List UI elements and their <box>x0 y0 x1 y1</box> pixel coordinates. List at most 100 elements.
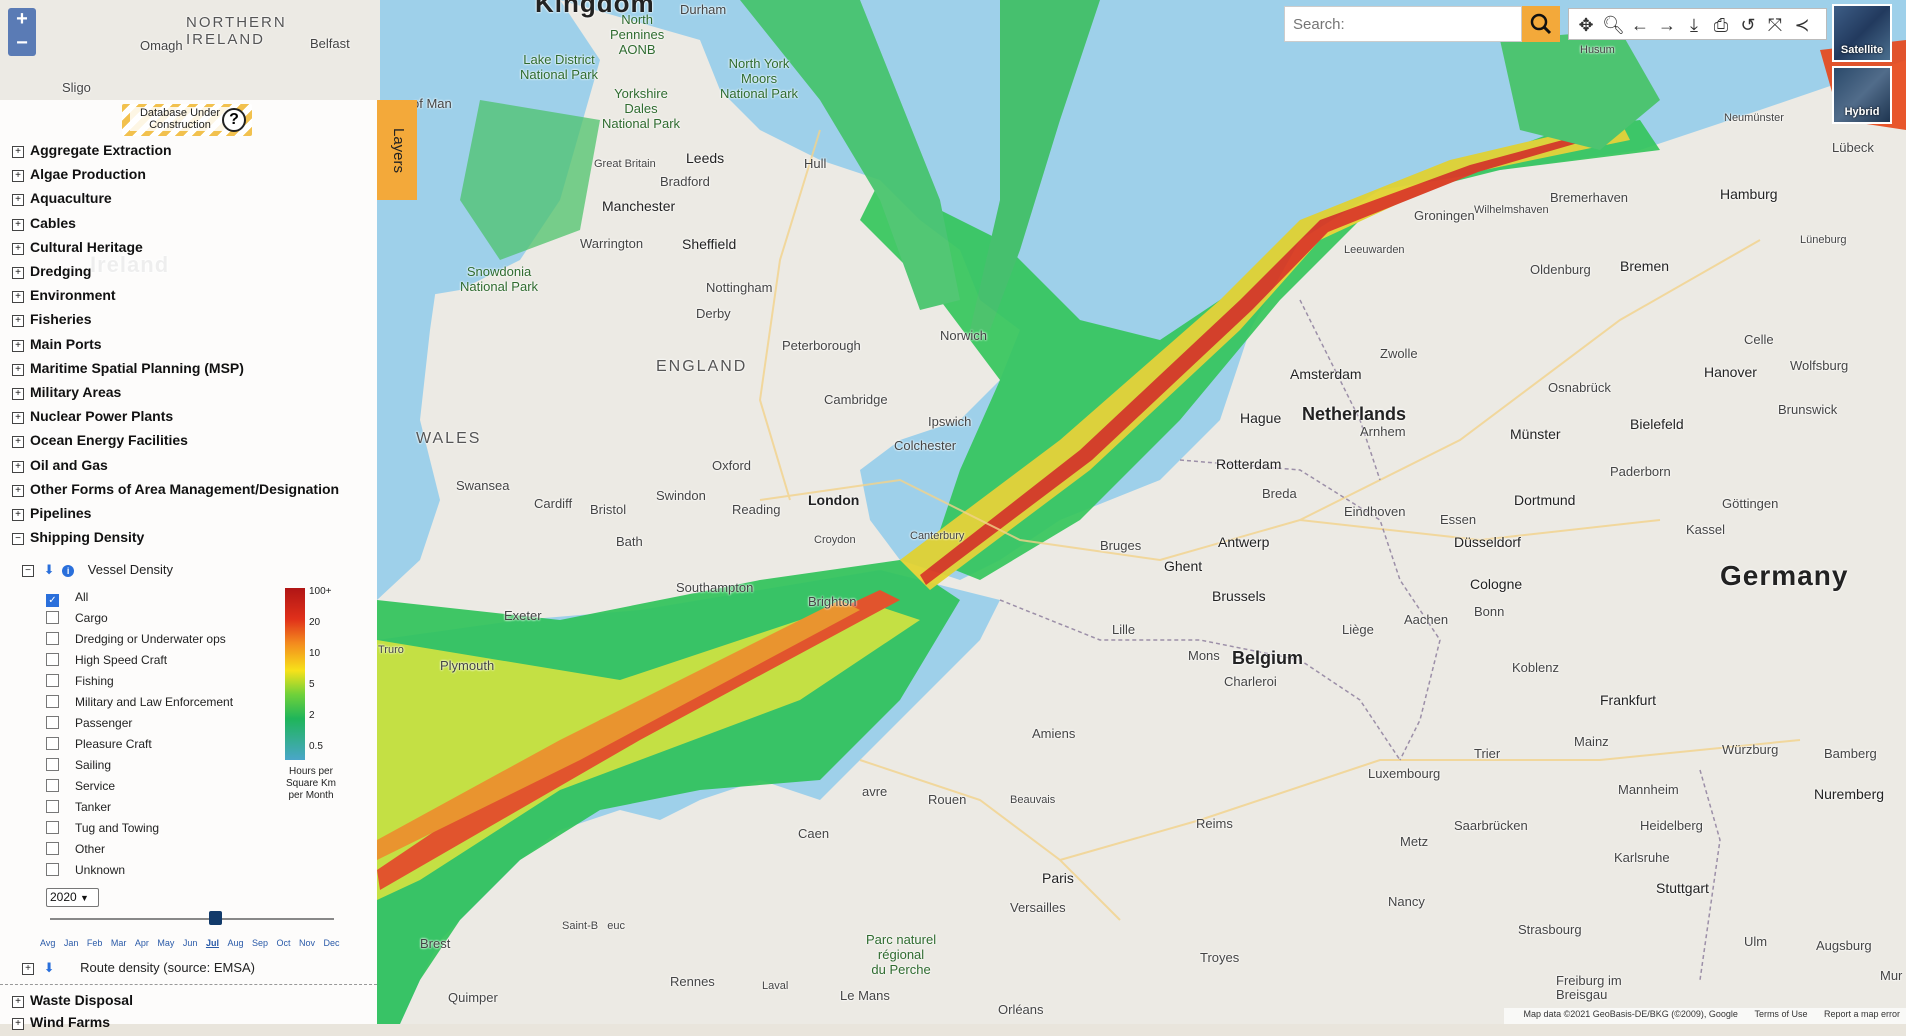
route-density-toggle[interactable]: + <box>22 963 34 975</box>
satellite-basemap-button[interactable]: Satellite <box>1832 4 1892 62</box>
vessel-type-option[interactable]: Sailing <box>46 758 111 772</box>
expand-toggle-icon[interactable]: + <box>12 315 24 328</box>
month-label[interactable]: Sep <box>252 938 268 948</box>
expand-toggle-icon[interactable]: + <box>12 996 24 1008</box>
layer-category-row[interactable]: + Main Ports <box>12 336 102 358</box>
layer-category-row[interactable]: + Ocean Energy Facilities <box>12 432 188 454</box>
layer-category-row[interactable]: + Other Forms of Area Management/Designat… <box>12 481 339 503</box>
month-label[interactable]: Jan <box>64 938 79 948</box>
layer-category-row[interactable]: + Oil and Gas <box>12 457 108 479</box>
forward-icon[interactable]: → <box>1656 14 1678 36</box>
expand-toggle-icon[interactable]: + <box>12 267 24 279</box>
expand-toggle-icon[interactable]: + <box>12 1018 24 1030</box>
layer-category-row[interactable]: + Nuclear Power Plants <box>12 408 173 430</box>
expand-toggle-icon[interactable]: + <box>12 460 24 473</box>
expand-toggle-icon[interactable]: + <box>12 339 24 352</box>
search-button[interactable] <box>1522 6 1560 42</box>
month-label[interactable]: Oct <box>276 938 290 948</box>
month-slider-handle[interactable] <box>209 911 222 925</box>
layer-category-row[interactable]: + Dredging <box>12 263 91 285</box>
help-icon[interactable]: ? <box>222 108 246 132</box>
vessel-type-checkbox[interactable] <box>46 653 59 666</box>
download-icon[interactable]: ⤓ <box>1683 14 1705 36</box>
month-label[interactable]: Feb <box>87 938 103 948</box>
month-label[interactable]: Aug <box>227 938 243 948</box>
vessel-type-option[interactable]: Service <box>46 779 115 793</box>
expand-toggle-icon[interactable]: + <box>12 412 24 425</box>
expand-toggle-icon[interactable]: + <box>12 218 24 231</box>
month-slider-track[interactable] <box>50 918 334 920</box>
month-label[interactable]: Jun <box>183 938 198 948</box>
vessel-type-checkbox[interactable] <box>46 611 59 624</box>
vessel-type-checkbox[interactable] <box>46 632 59 645</box>
month-label[interactable]: May <box>157 938 174 948</box>
layer-category-row[interactable]: − Shipping Density <box>12 529 144 551</box>
zoom-in-button[interactable]: + <box>8 8 36 32</box>
zoom-out-button[interactable]: − <box>8 32 36 56</box>
vessel-type-option[interactable]: High Speed Craft <box>46 653 167 667</box>
expand-toggle-icon[interactable]: + <box>12 170 24 183</box>
vessel-type-checkbox[interactable] <box>46 674 59 687</box>
layer-category-row[interactable]: + Environment <box>12 287 116 309</box>
month-label[interactable]: Jul <box>206 938 219 948</box>
layer-category-row[interactable]: + Maritime Spatial Planning (MSP) <box>12 360 244 382</box>
expand-toggle-icon[interactable]: + <box>12 363 24 376</box>
vessel-type-checkbox[interactable] <box>46 737 59 750</box>
vessel-type-option[interactable]: Cargo <box>46 611 108 625</box>
fullscreen-icon[interactable]: ⤧ <box>1764 14 1786 36</box>
layer-category-row[interactable]: + Cables <box>12 215 76 237</box>
expand-toggle-icon[interactable]: + <box>12 146 24 158</box>
vessel-type-option[interactable]: Military and Law Enforcement <box>46 695 233 709</box>
vessel-type-checkbox[interactable] <box>46 716 59 729</box>
expand-toggle-icon[interactable]: + <box>12 509 24 521</box>
layer-category-row[interactable]: + Aquaculture <box>12 190 112 212</box>
vessel-type-checkbox[interactable] <box>46 821 59 834</box>
vessel-type-checkbox[interactable] <box>46 758 59 771</box>
vessel-type-checkbox[interactable] <box>46 695 59 708</box>
month-label[interactable]: Dec <box>324 938 340 948</box>
vessel-type-option[interactable]: Dredging or Underwater ops <box>46 632 226 646</box>
expand-toggle-icon[interactable]: + <box>12 291 24 304</box>
download-icon[interactable]: ⬇ <box>44 960 55 975</box>
vessel-density-toggle[interactable]: − <box>22 565 34 577</box>
pan-icon[interactable]: ✥ <box>1575 14 1597 36</box>
vessel-type-option[interactable]: ✓ All <box>46 590 88 607</box>
vessel-type-option[interactable]: Tanker <box>46 800 111 814</box>
layer-category-row[interactable]: + Algae Production <box>12 166 146 188</box>
vessel-type-checkbox[interactable]: ✓ <box>46 594 59 607</box>
download-icon[interactable]: ⬇ <box>44 562 55 577</box>
vessel-type-option[interactable]: Other <box>46 842 105 856</box>
layer-category-row[interactable]: + Fisheries <box>12 311 91 333</box>
expand-toggle-icon[interactable]: + <box>12 388 24 400</box>
month-label[interactable]: Nov <box>299 938 315 948</box>
vessel-type-option[interactable]: Passenger <box>46 716 132 730</box>
layer-category-row[interactable]: + Wind Farms <box>12 1014 110 1036</box>
month-label[interactable]: Avg <box>40 938 55 948</box>
vessel-type-option[interactable]: Unknown <box>46 863 125 877</box>
back-icon[interactable]: ← <box>1629 14 1651 36</box>
share-icon[interactable]: ≺ <box>1791 14 1813 36</box>
vessel-type-option[interactable]: Tug and Towing <box>46 821 159 835</box>
month-label[interactable]: Mar <box>111 938 127 948</box>
print-icon[interactable]: ⎙ <box>1710 14 1732 36</box>
info-icon[interactable]: i <box>62 565 75 577</box>
layer-category-row[interactable]: + Military Areas <box>12 384 121 406</box>
layers-tab[interactable]: Layers <box>377 100 417 200</box>
layer-category-row[interactable]: + Pipelines <box>12 505 91 527</box>
month-label[interactable]: Apr <box>135 938 149 948</box>
expand-toggle-icon[interactable]: + <box>12 436 24 449</box>
hybrid-basemap-button[interactable]: Hybrid <box>1832 66 1892 124</box>
expand-toggle-icon[interactable]: + <box>12 242 24 255</box>
layer-category-row[interactable]: + Aggregate Extraction <box>12 142 172 164</box>
vessel-type-option[interactable]: Fishing <box>46 674 114 688</box>
layer-category-row[interactable]: + Waste Disposal <box>12 992 133 1014</box>
layer-category-row[interactable]: + Cultural Heritage <box>12 239 143 261</box>
report-link[interactable]: Report a map error <box>1824 1009 1900 1019</box>
expand-toggle-icon[interactable]: + <box>12 484 24 497</box>
expand-toggle-icon[interactable]: + <box>12 194 24 207</box>
vessel-type-checkbox[interactable] <box>46 842 59 855</box>
zoom-icon[interactable]: 🔍︎ <box>1602 14 1625 36</box>
vessel-type-option[interactable]: Pleasure Craft <box>46 737 152 751</box>
year-select[interactable]: 2020 ▼ <box>46 888 99 907</box>
expand-toggle-icon[interactable]: − <box>12 533 24 546</box>
